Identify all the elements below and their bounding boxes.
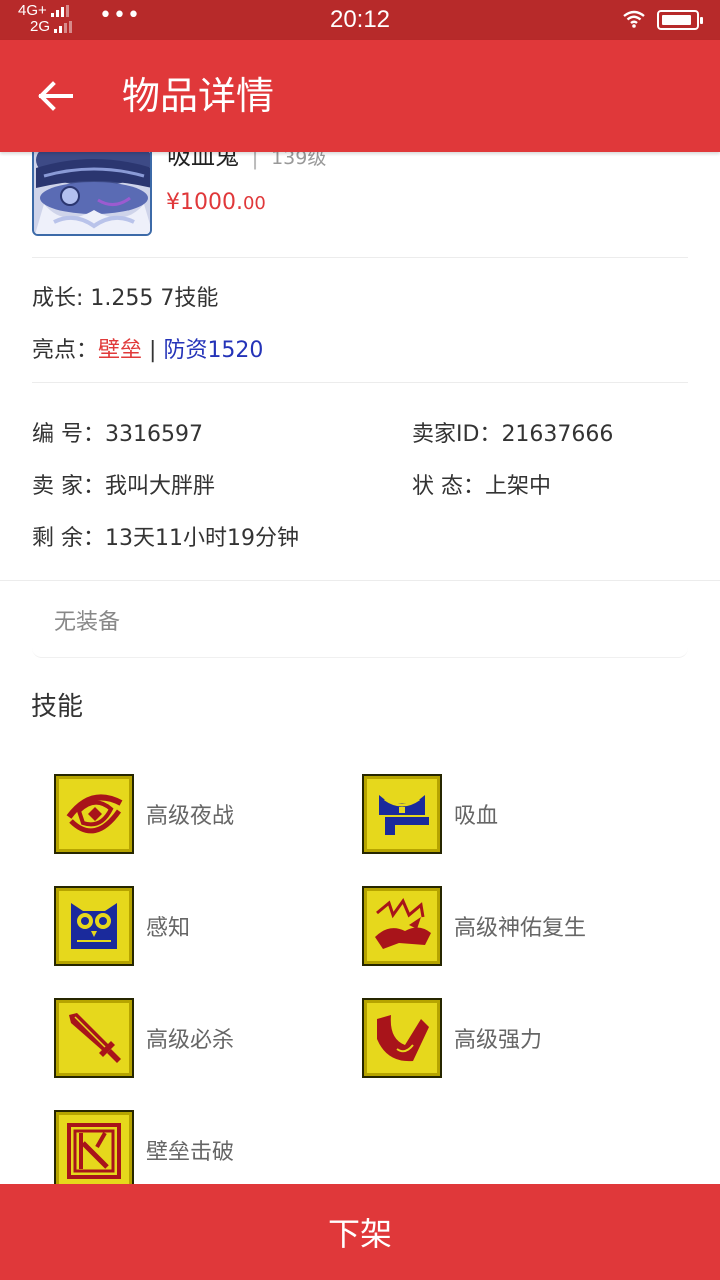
shield-break-icon xyxy=(54,1110,134,1184)
eye-icon xyxy=(54,774,134,854)
skill-item[interactable]: 高级必杀 xyxy=(54,998,234,1078)
skill-name: 感知 xyxy=(146,916,191,941)
seller-id-value: 21637666 xyxy=(501,422,614,447)
bat-icon xyxy=(362,774,442,854)
skill-name: 高级神佑复生 xyxy=(454,916,587,941)
skill-name: 吸血 xyxy=(454,804,499,829)
pet-avatar[interactable] xyxy=(32,152,152,236)
seller-label: 卖 家： xyxy=(32,474,105,499)
owl-icon xyxy=(54,886,134,966)
pet-name: 吸血鬼 xyxy=(167,152,239,170)
remaining-time: 剩 余：13天11小时19分钟 xyxy=(32,520,299,552)
price-cents: 00 xyxy=(242,193,266,214)
title-separator: | xyxy=(251,152,260,170)
battery-icon xyxy=(657,10,703,30)
clock: 20:12 xyxy=(329,6,391,33)
seller-value: 我叫大胖胖 xyxy=(105,474,216,499)
skill-item[interactable]: 感知 xyxy=(54,886,190,966)
delist-button[interactable]: 下架 xyxy=(0,1184,720,1280)
sword-icon xyxy=(54,998,134,1078)
skill-name: 壁垒击破 xyxy=(146,1140,235,1165)
listing-status: 状 态：上架中 xyxy=(412,468,551,500)
battery-level xyxy=(662,15,691,25)
status-value: 上架中 xyxy=(485,474,552,499)
pet-level: 139级 xyxy=(271,152,327,169)
item-title: 吸血鬼 | 139级 xyxy=(167,152,326,171)
skill-item[interactable]: 高级强力 xyxy=(362,998,542,1078)
item-number-value: 3316597 xyxy=(105,422,203,447)
remaining-label: 剩 余： xyxy=(32,526,105,551)
back-button[interactable] xyxy=(30,74,80,118)
divider xyxy=(32,382,688,383)
item-detail-content[interactable]: 吸血鬼 | 139级 ¥1000.00 成长: 1.255 7技能 亮点：壁垒 | … xyxy=(0,152,720,1184)
seller-id-label: 卖家ID： xyxy=(412,422,502,447)
status-label: 状 态： xyxy=(412,474,485,499)
arrow-left-icon xyxy=(38,81,73,111)
highlight-label: 亮点： xyxy=(32,338,99,363)
remaining-value: 13天11小时19分钟 xyxy=(105,526,299,551)
item-number: 编 号：3316597 xyxy=(32,416,203,448)
highlight-separator: | xyxy=(142,338,164,363)
price: ¥1000.00 xyxy=(166,190,266,215)
skills-title: 技能 xyxy=(31,692,84,722)
status-bar: 4G+ 2G ••• 20:12 xyxy=(0,0,720,40)
skill-item[interactable]: 高级夜战 xyxy=(54,774,234,854)
arm-icon xyxy=(362,998,442,1078)
no-equipment-text: 无装备 xyxy=(54,610,121,635)
growth-line: 成长: 1.255 7技能 xyxy=(32,286,219,311)
price-main: ¥1000. xyxy=(166,190,243,215)
phoenix-icon xyxy=(362,886,442,966)
skill-name: 高级必杀 xyxy=(146,1028,235,1053)
wifi-icon xyxy=(622,9,646,33)
seller-id: 卖家ID：21637666 xyxy=(412,416,613,448)
skill-item[interactable]: 高级神佑复生 xyxy=(362,886,586,966)
divider xyxy=(32,257,688,258)
skill-name: 高级夜战 xyxy=(146,804,235,829)
app-bar: 物品详情 xyxy=(0,40,720,152)
skill-name: 高级强力 xyxy=(454,1028,543,1053)
skill-item[interactable]: 壁垒击破 xyxy=(54,1110,234,1184)
seller: 卖 家：我叫大胖胖 xyxy=(32,468,215,500)
highlight-line: 亮点：壁垒 | 防资1520 xyxy=(32,332,263,364)
highlight-red: 壁垒 xyxy=(98,338,143,363)
highlight-blue: 防资1520 xyxy=(163,338,264,363)
page-title: 物品详情 xyxy=(122,74,275,118)
equipment-panel: 无装备 xyxy=(32,580,688,658)
skill-item[interactable]: 吸血 xyxy=(362,774,498,854)
item-number-label: 编 号： xyxy=(32,422,105,447)
